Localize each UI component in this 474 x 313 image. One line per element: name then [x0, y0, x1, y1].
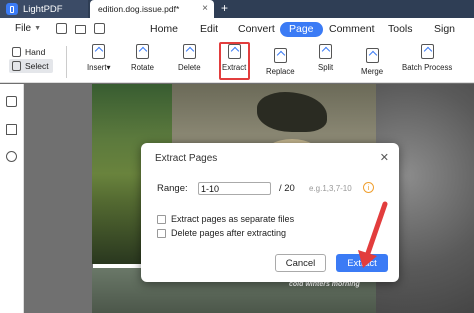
app-tab[interactable]: LightPDF: [0, 0, 88, 18]
batch-process-button[interactable]: Batch Process: [402, 44, 452, 72]
merge-label: Merge: [361, 67, 384, 76]
document-tab[interactable]: edition.dog.issue.pdf* ×: [90, 0, 214, 18]
dialog-title: Extract Pages: [155, 153, 218, 164]
option-separate-files[interactable]: Extract pages as separate files: [157, 214, 294, 224]
split-label: Split: [318, 63, 334, 72]
add-tab-icon[interactable]: +: [221, 1, 228, 15]
menu-sign[interactable]: Sign: [434, 22, 455, 37]
rotate-page-icon: [135, 44, 149, 59]
separate-files-checkbox[interactable]: [157, 214, 166, 224]
delete-label: Delete: [178, 63, 201, 72]
delete-after-label: Delete pages after extracting: [171, 228, 287, 238]
menu-bar: File ▼ Home Edit Convert Page Comment To…: [0, 18, 474, 40]
app-name: LightPDF: [23, 3, 63, 15]
replace-label: Replace: [266, 67, 295, 76]
cursor-icon: [12, 61, 21, 71]
hand-tool[interactable]: Hand: [12, 45, 53, 59]
range-hint: e.g.1,3,7-10: [309, 184, 352, 193]
range-input[interactable]: [198, 182, 271, 195]
menu-home[interactable]: Home: [150, 22, 178, 37]
info-icon[interactable]: i: [363, 182, 374, 193]
page-toolbar: Hand Select Insert▾ Rotate Delete Extrac…: [0, 40, 474, 83]
range-total: / 20: [279, 183, 295, 194]
merge-button[interactable]: Merge: [361, 48, 383, 76]
hand-icon: [12, 47, 21, 57]
bird-image: [257, 92, 327, 132]
select-tool[interactable]: Select: [9, 59, 53, 73]
insert-page-icon: [92, 44, 106, 59]
menu-page[interactable]: Page: [280, 22, 323, 37]
menu-edit[interactable]: Edit: [200, 22, 218, 37]
split-button[interactable]: Split: [318, 44, 333, 72]
menu-tools[interactable]: Tools: [388, 22, 413, 37]
menu-comment[interactable]: Comment: [329, 22, 375, 37]
delete-after-checkbox[interactable]: [157, 228, 166, 238]
cancel-button[interactable]: Cancel: [275, 254, 326, 272]
rotate-button[interactable]: Rotate: [131, 44, 154, 72]
hand-select-group: Hand Select: [9, 45, 53, 73]
replace-page-icon: [273, 48, 287, 63]
menu-items: Home Edit Convert Page Comment Tools Sig…: [0, 18, 474, 40]
thumbnails-icon[interactable]: [6, 96, 17, 107]
lightpdf-logo-icon: [6, 3, 18, 15]
batch-process-label: Batch Process: [402, 63, 453, 72]
replace-button[interactable]: Replace: [266, 48, 295, 76]
insert-label: Insert: [87, 63, 107, 72]
menu-convert[interactable]: Convert: [238, 22, 275, 37]
left-sidebar: [0, 84, 24, 313]
bookmark-icon[interactable]: [6, 124, 17, 135]
toolbar-divider: [66, 46, 67, 78]
close-icon[interactable]: ✕: [380, 151, 389, 164]
select-label: Select: [25, 61, 49, 71]
document-tab-label: edition.dog.issue.pdf*: [98, 4, 180, 14]
insert-button[interactable]: Insert▾: [87, 44, 110, 72]
split-page-icon: [319, 44, 333, 59]
range-label: Range:: [157, 183, 188, 194]
search-icon[interactable]: [6, 151, 17, 162]
batch-process-icon: [420, 44, 434, 59]
rotate-label: Rotate: [131, 63, 154, 72]
hand-label: Hand: [25, 47, 46, 57]
delete-button[interactable]: Delete: [178, 44, 201, 72]
extract-highlight-box: [219, 42, 250, 80]
separate-files-label: Extract pages as separate files: [171, 214, 295, 224]
chevron-down-icon: ▾: [106, 63, 111, 72]
title-bar: LightPDF edition.dog.issue.pdf* × +: [0, 0, 474, 18]
option-delete-after[interactable]: Delete pages after extracting: [157, 228, 286, 238]
delete-page-icon: [182, 44, 196, 59]
photo-caption: cold winters morning: [289, 281, 360, 288]
merge-page-icon: [365, 48, 379, 63]
annotation-arrow-icon: [358, 201, 388, 268]
close-tab-icon[interactable]: ×: [202, 3, 208, 14]
